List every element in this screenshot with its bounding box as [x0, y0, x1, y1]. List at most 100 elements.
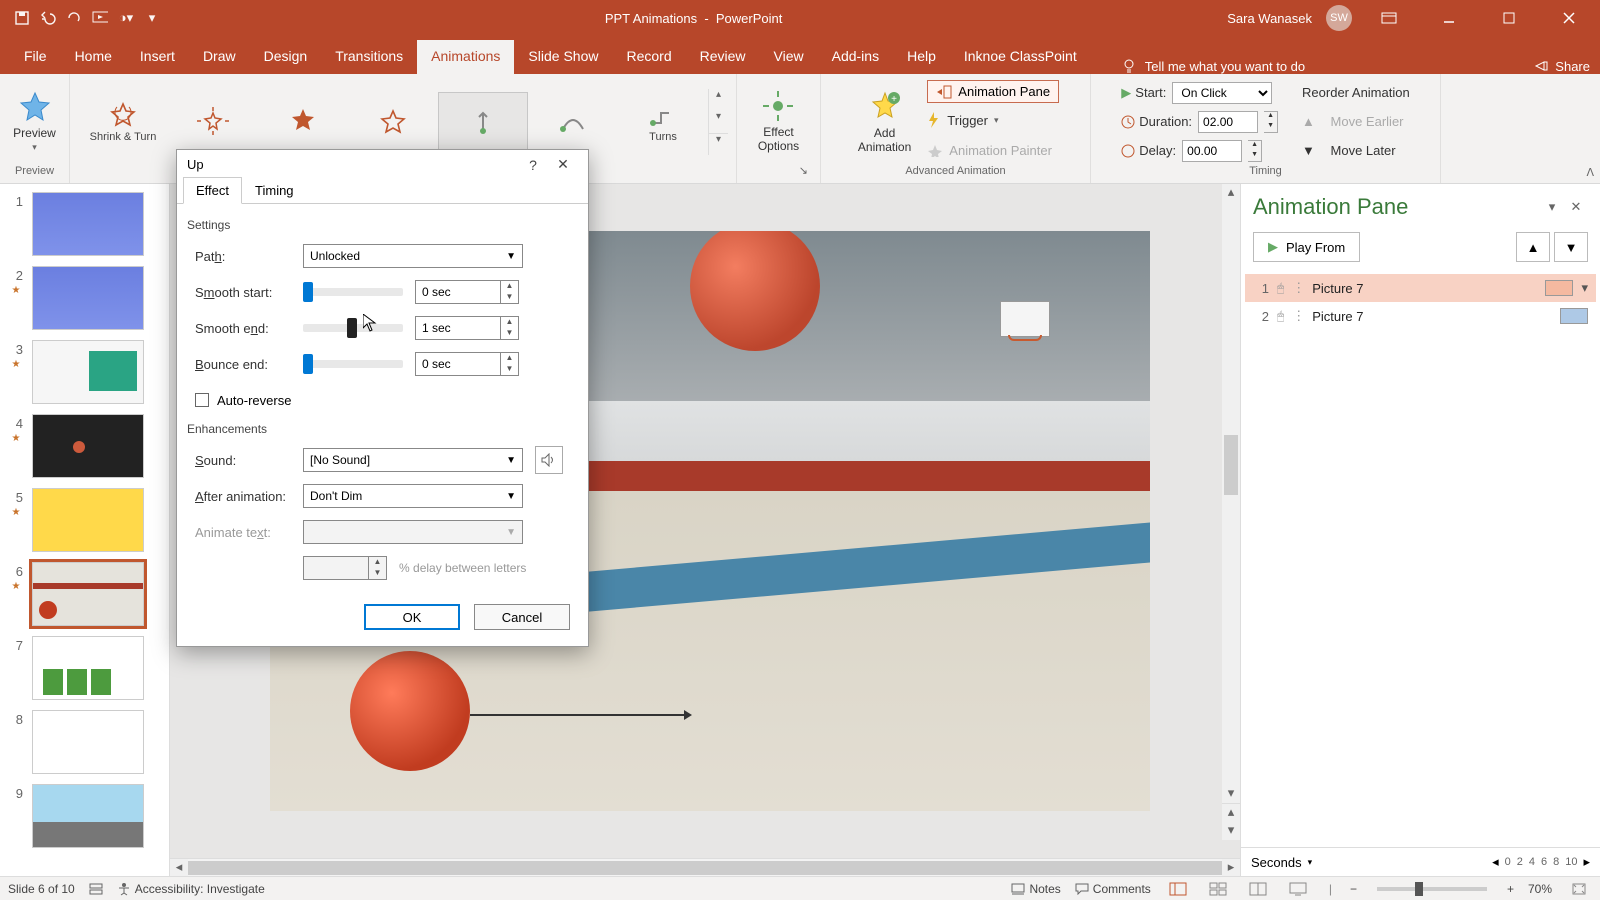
spinner-down-icon[interactable]: ▼ [501, 292, 518, 303]
slideshow-view-icon[interactable] [1285, 879, 1311, 899]
zoom-in-icon[interactable]: + [1507, 882, 1514, 896]
scroll-right-icon[interactable]: ▸ [1222, 859, 1240, 876]
fit-window-icon[interactable] [1566, 879, 1592, 899]
section-icon[interactable] [89, 882, 103, 896]
collapse-ribbon-icon[interactable]: ᐱ [1586, 166, 1594, 179]
path-dropdown[interactable]: Unlocked▼ [303, 244, 523, 268]
spinner-up-icon[interactable]: ▲ [1248, 141, 1261, 151]
dialog-tab-timing[interactable]: Timing [242, 177, 307, 204]
trigger-button[interactable]: Trigger ▾ [927, 107, 1059, 133]
avatar[interactable]: SW [1326, 5, 1352, 31]
undo-icon[interactable] [40, 10, 56, 26]
scroll-down-icon[interactable]: ▾ [1222, 785, 1240, 803]
move-up-button[interactable]: ▲ [1516, 232, 1550, 262]
tab-file[interactable]: File [10, 40, 61, 74]
vertical-scrollbar[interactable]: ▴ ▾ ▴▾ [1222, 184, 1240, 840]
notes-button[interactable]: Notes [1011, 882, 1060, 896]
tab-transitions[interactable]: Transitions [321, 40, 417, 74]
qat-overflow-icon[interactable]: ▾ [144, 10, 160, 26]
horizontal-scrollbar[interactable]: ◂ ▸ [170, 858, 1240, 876]
item-dropdown-icon[interactable]: ▾ [1581, 280, 1588, 296]
slide-thumbnail[interactable] [32, 710, 144, 774]
maximize-icon[interactable] [1486, 4, 1532, 32]
spinner-up-icon[interactable]: ▲ [501, 281, 518, 292]
spinner-down-icon[interactable]: ▼ [1248, 151, 1261, 161]
animation-gallery-item[interactable] [348, 92, 438, 152]
tab-classpoint[interactable]: Inknoe ClassPoint [950, 40, 1091, 74]
share-button[interactable]: Share [1533, 58, 1590, 74]
close-icon[interactable] [1546, 4, 1592, 32]
bounce-end-slider[interactable] [303, 360, 403, 368]
zoom-out-icon[interactable]: − [1350, 882, 1357, 896]
sorter-view-icon[interactable] [1205, 879, 1231, 899]
spinner-up-icon[interactable]: ▲ [501, 353, 518, 364]
zoom-slider[interactable] [1377, 887, 1487, 891]
spinner-down-icon[interactable]: ▼ [501, 364, 518, 375]
pane-options-icon[interactable]: ▾ [1540, 195, 1564, 219]
animation-gallery-item[interactable] [528, 92, 618, 152]
spinner-down-icon[interactable]: ▼ [501, 328, 518, 339]
zoom-level[interactable]: 70% [1528, 882, 1552, 896]
spinner-up-icon[interactable]: ▲ [501, 317, 518, 328]
tab-draw[interactable]: Draw [189, 40, 250, 74]
tab-help[interactable]: Help [893, 40, 950, 74]
play-from-button[interactable]: ▶ Play From [1253, 232, 1360, 262]
tab-review[interactable]: Review [686, 40, 760, 74]
duration-input[interactable] [1198, 111, 1258, 133]
start-select[interactable]: On Click [1172, 82, 1272, 104]
slide-thumbnail[interactable] [32, 340, 144, 404]
tab-addins[interactable]: Add-ins [818, 40, 893, 74]
smooth-start-slider[interactable] [303, 288, 403, 296]
move-down-button[interactable]: ▼ [1554, 232, 1588, 262]
prev-slide-icon[interactable]: ▴ [1222, 804, 1240, 822]
tab-insert[interactable]: Insert [126, 40, 189, 74]
touch-mouse-icon[interactable]: ◑▾ [118, 10, 134, 26]
animation-gallery-item[interactable]: Turns [618, 92, 708, 152]
next-slide-icon[interactable]: ▾ [1222, 822, 1240, 840]
spinner-up-icon[interactable]: ▲ [1264, 112, 1277, 122]
ok-button[interactable]: OK [364, 604, 460, 630]
tab-slideshow[interactable]: Slide Show [514, 40, 612, 74]
timeline-right-icon[interactable]: ▸ [1583, 854, 1590, 870]
comments-button[interactable]: Comments [1075, 882, 1151, 896]
cancel-button[interactable]: Cancel [474, 604, 570, 630]
accessibility-status[interactable]: Accessibility: Investigate [117, 882, 265, 896]
add-animation-button[interactable]: + Add Animation [852, 86, 917, 158]
gallery-scroll[interactable]: ▴▾▾ [708, 89, 728, 155]
ribbon-display-icon[interactable] [1366, 4, 1412, 32]
scroll-up-icon[interactable]: ▴ [1222, 184, 1240, 202]
sound-preview-button[interactable] [535, 446, 563, 474]
animation-gallery-item-selected[interactable] [438, 92, 528, 152]
dialog-tab-effect[interactable]: Effect [183, 177, 242, 204]
from-beginning-icon[interactable] [92, 10, 108, 26]
delay-input[interactable] [1182, 140, 1242, 162]
motion-path-handle[interactable] [470, 714, 690, 716]
animation-gallery-item[interactable]: Shrink & Turn [78, 92, 168, 152]
animation-gallery-item[interactable] [258, 92, 348, 152]
normal-view-icon[interactable] [1165, 879, 1191, 899]
slide-thumbnail[interactable] [32, 192, 144, 256]
timeline-left-icon[interactable]: ◂ [1492, 854, 1499, 870]
redo-icon[interactable] [66, 10, 82, 26]
sound-dropdown[interactable]: [No Sound]▼ [303, 448, 523, 472]
effect-options-button[interactable]: Effect Options [752, 85, 805, 157]
slide-thumbnail[interactable] [32, 784, 144, 848]
dialog-close-icon[interactable]: ✕ [548, 156, 578, 173]
slide-thumbnail-active[interactable] [32, 562, 144, 626]
animation-pane-toggle[interactable]: Animation Pane [927, 80, 1059, 103]
dialog-help-icon[interactable]: ? [518, 157, 548, 173]
slide-thumbnail[interactable] [32, 414, 144, 478]
basketball[interactable] [350, 651, 470, 771]
move-later-button[interactable]: ▼ Move Later [1302, 138, 1410, 164]
tab-design[interactable]: Design [250, 40, 322, 74]
tab-record[interactable]: Record [612, 40, 685, 74]
bounce-end-spinner[interactable]: 0 sec▲▼ [415, 352, 519, 376]
smooth-end-spinner[interactable]: 1 sec▲▼ [415, 316, 519, 340]
tab-home[interactable]: Home [61, 40, 126, 74]
smooth-start-spinner[interactable]: 0 sec▲▼ [415, 280, 519, 304]
seconds-label[interactable]: Seconds [1251, 855, 1302, 870]
slide-thumbnail[interactable] [32, 636, 144, 700]
spinner-down-icon[interactable]: ▼ [1264, 122, 1277, 132]
auto-reverse-checkbox[interactable]: Auto-reverse [195, 393, 291, 408]
pane-close-icon[interactable]: ✕ [1564, 195, 1588, 219]
